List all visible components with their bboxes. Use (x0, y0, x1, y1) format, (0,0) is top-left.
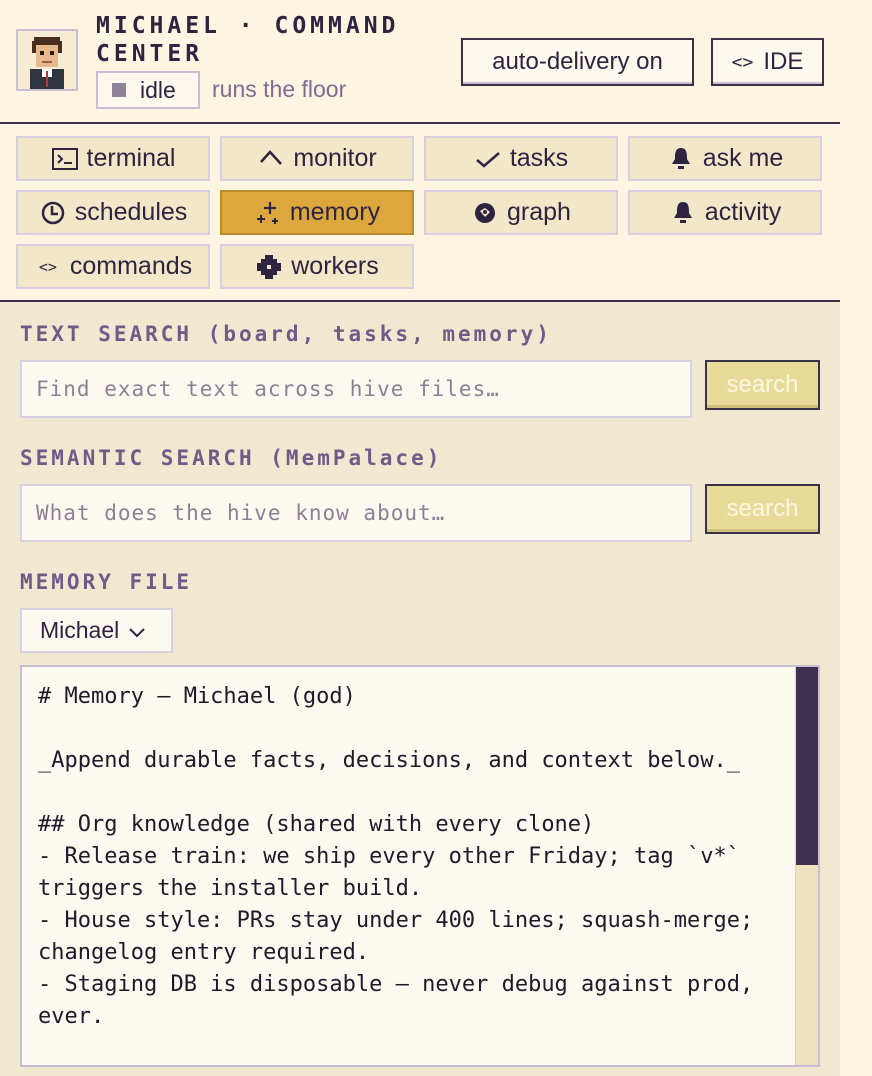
terminal-icon (51, 145, 79, 173)
text-search-label: TEXT SEARCH (board, tasks, memory) (20, 322, 552, 346)
auto-delivery-toggle[interactable]: auto-delivery on (461, 38, 694, 86)
text-search-button-label: search (726, 371, 799, 398)
tab-memory[interactable]: memory (220, 190, 414, 235)
gear-icon (255, 253, 283, 281)
tab-activity[interactable]: activity (628, 190, 822, 235)
tab-monitor[interactable]: monitor (220, 136, 414, 181)
tab-label: activity (704, 198, 782, 226)
memory-content[interactable]: # Memory — Michael (god) _Append durable… (38, 681, 778, 1033)
semantic-search-label: SEMANTIC SEARCH (MemPalace) (20, 446, 443, 470)
memory-file-selected: Michael (40, 617, 120, 643)
semantic-search-button[interactable]: search (705, 484, 820, 534)
tab-label: commands (69, 252, 193, 280)
tab-label: tasks (509, 144, 569, 172)
code-brackets-icon: <> (731, 51, 754, 73)
chevron-down-icon (129, 617, 145, 644)
text-search-input[interactable] (20, 360, 692, 418)
semantic-search-input[interactable] (20, 484, 692, 542)
bell-icon (669, 199, 697, 227)
tab-terminal[interactable]: terminal (16, 136, 210, 181)
tab-tasks[interactable]: tasks (424, 136, 618, 181)
tab-label: graph (507, 198, 571, 226)
page-title: MICHAEL · COMMAND CENTER (96, 13, 400, 67)
monitor-icon (257, 145, 285, 173)
check-icon (474, 145, 502, 173)
ide-label: IDE (763, 48, 804, 75)
avatar-portrait-icon (18, 31, 76, 89)
memory-file-label: MEMORY FILE (20, 570, 193, 594)
memory-editor[interactable]: # Memory — Michael (god) _Append durable… (20, 665, 820, 1067)
avatar (16, 29, 78, 91)
tab-label: memory (289, 198, 381, 226)
clock-icon (39, 199, 67, 227)
code-brackets-icon: <> (38, 257, 57, 276)
graph-icon (471, 199, 499, 227)
command-center-header: MICHAEL · COMMAND CENTER idle runs the f… (0, 0, 840, 124)
semantic-search-button-label: search (726, 495, 799, 522)
ide-button[interactable]: <> IDE (711, 38, 824, 86)
tab-ask-me[interactable]: ask me (628, 136, 822, 181)
tab-label: ask me (702, 144, 784, 172)
status-text: idle (140, 76, 176, 103)
tab-schedules[interactable]: schedules (16, 190, 210, 235)
tab-label: terminal (86, 144, 176, 172)
tab-graph[interactable]: graph (424, 190, 618, 235)
tab-label: monitor (293, 144, 377, 172)
role-subtitle: runs the floor (212, 76, 347, 102)
tab-label: workers (291, 252, 379, 280)
tab-label: schedules (74, 198, 188, 226)
memory-panel: TEXT SEARCH (board, tasks, memory) searc… (0, 302, 840, 1076)
bell-icon (667, 145, 695, 173)
scrollbar-track[interactable] (795, 667, 818, 1065)
tab-commands[interactable]: <> commands (16, 244, 210, 289)
tab-workers[interactable]: workers (220, 244, 414, 289)
tab-bar: terminal monitor tasks ask me schedules … (0, 124, 840, 302)
status-square-icon (112, 83, 126, 97)
scrollbar-thumb[interactable] (796, 667, 818, 865)
sparkle-icon (254, 199, 282, 227)
text-search-button[interactable]: search (705, 360, 820, 410)
memory-file-select[interactable]: Michael (20, 608, 173, 653)
auto-delivery-label: auto-delivery on (492, 48, 663, 75)
status-badge: idle (96, 71, 200, 109)
